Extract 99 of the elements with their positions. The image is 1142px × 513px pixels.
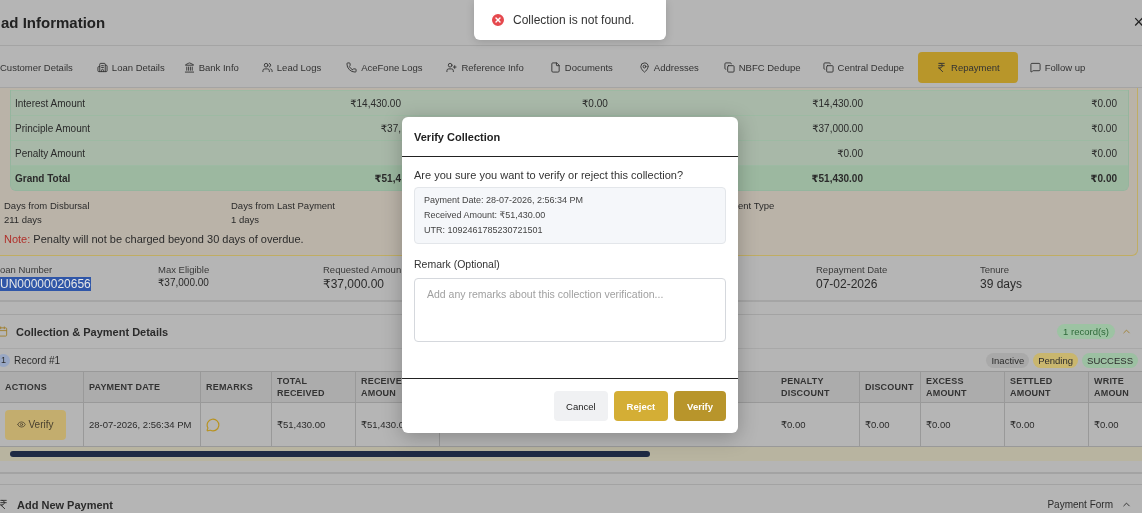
table-cell: ₹0.00	[1010, 419, 1035, 430]
detail-line: UTR: 1092461785230721501	[424, 224, 544, 237]
tab-icon	[183, 62, 195, 73]
amount-cell: ₹37,	[380, 122, 401, 134]
column-header: ACTIONS	[0, 372, 84, 402]
amount-cell: ₹0.00	[837, 147, 863, 159]
field-label: oan Number	[0, 264, 53, 275]
table-cell: ₹51,430.00	[277, 419, 326, 430]
status-chip: SUCCESS	[1082, 352, 1138, 368]
amount-cell: ₹0.00	[1091, 97, 1117, 109]
column-header: REMARKS	[201, 372, 272, 402]
row-label: Principle Amount	[14, 122, 92, 134]
field-value: UN00000020656	[0, 277, 91, 291]
tab[interactable]: AceFone Logs	[346, 62, 423, 73]
tab-icon	[936, 62, 948, 73]
stat-label: Days from Last Payment	[231, 199, 335, 213]
field-label: Max Eligible	[158, 264, 210, 275]
tab-icon	[1029, 62, 1041, 73]
table-cell: ₹0.00	[926, 419, 951, 430]
row-label: Grand Total	[14, 172, 72, 184]
column-header: SETTLED AMOUNT	[1005, 372, 1089, 402]
close-button[interactable]: ×	[1133, 12, 1142, 33]
field-value: ₹37,000.00	[158, 277, 209, 288]
row-label: Interest Amount	[14, 97, 87, 109]
tab[interactable]: Central Dedupe	[822, 62, 905, 73]
amount-cell: ₹0.00	[1090, 172, 1117, 184]
page-title: ad Information	[1, 14, 106, 31]
row-label: Penalty Amount	[14, 147, 87, 159]
amount-cell: ₹14,430.00	[812, 97, 863, 109]
tab[interactable]: Repayment	[918, 52, 1018, 83]
remark-label: Remark (Optional)	[414, 258, 501, 270]
remark-field[interactable]: Add any remarks about this collection verification...	[414, 278, 726, 342]
tab[interactable]: Reference Info	[446, 62, 524, 73]
amount-cell: ₹51,430.00	[811, 172, 863, 184]
dialog-title: Verify Collection	[402, 117, 738, 157]
detail-line: Received Amount: ₹51,430.00	[424, 209, 547, 222]
tab-icon	[96, 62, 108, 73]
amount-cell: ₹37,000.00	[812, 122, 863, 134]
tab-icon	[346, 62, 358, 73]
amount-cell: ₹51,4	[374, 172, 401, 184]
tab[interactable]: Documents	[549, 62, 613, 73]
tab[interactable]: Follow up	[1029, 62, 1086, 73]
error-icon	[490, 12, 506, 28]
tab[interactable]: Addresses	[638, 62, 699, 73]
stat-value: 211 days	[4, 213, 42, 227]
column-header: WRITE AMOUN	[1089, 372, 1142, 402]
table-cell: ₹51,430.0	[361, 419, 405, 430]
field-label: Requested Amoun	[323, 264, 402, 275]
table-cell: ₹0.00	[1094, 419, 1119, 430]
column-header: TOTAL RECEIVED	[272, 372, 356, 402]
field-value: 07-02-2026	[816, 277, 878, 291]
detail-line: Payment Date: 28-07-2026, 2:56:34 PM	[424, 194, 585, 207]
tab[interactable]: Bank Info	[183, 62, 239, 73]
tab-icon	[638, 62, 650, 73]
stat-label: Days from Disbursal	[4, 199, 90, 213]
verify-button[interactable]: Verify	[5, 409, 66, 440]
stat-label: ent Type	[738, 199, 775, 213]
record-count-badge: 1 record(s)	[1057, 324, 1115, 339]
record-title: Record #1	[14, 354, 62, 366]
amount-cell: ₹14,430.00	[350, 97, 401, 109]
field-value: ₹37,000.00	[323, 277, 385, 291]
column-header: DISCOUNT	[860, 372, 921, 402]
column-header: EXCESS AMOUNT	[921, 372, 1005, 402]
calendar-icon	[0, 326, 8, 337]
tab[interactable]: NBFC Dedupe	[723, 62, 801, 73]
horizontal-scrollbar[interactable]	[0, 447, 1142, 461]
stat-value: 1 days	[231, 213, 259, 227]
tab[interactable]: Customer Details	[0, 62, 73, 73]
note-text: Note: Penalty will not be charged beyond 30 days of overdue.	[4, 233, 305, 245]
amount-cell: ₹0.00	[1091, 122, 1117, 134]
rupee-icon	[0, 499, 9, 510]
comment-icon[interactable]	[206, 417, 220, 432]
column-header: PAYMENT DATE	[84, 372, 201, 402]
status-chip: Inactive	[986, 352, 1030, 368]
tab[interactable]: Lead Logs	[261, 62, 322, 73]
tab-icon	[261, 62, 273, 73]
status-chip: Pending	[1033, 352, 1079, 368]
toast-message: Collection is not found.	[513, 13, 635, 27]
table-cell: ₹0.00	[781, 419, 806, 430]
eye-icon	[17, 420, 27, 429]
field-value: 39 days	[980, 277, 1023, 291]
dialog-question: Are you sure you want to verify or reject this collection?	[414, 169, 684, 181]
tab[interactable]: Loan Details	[96, 62, 165, 73]
amount-cell: ₹0.00	[582, 97, 608, 109]
tab-icon	[549, 62, 561, 73]
payment-form-label: Payment Form	[1047, 499, 1113, 510]
table-cell: 28-07-2026, 2:56:34 PM	[89, 419, 192, 430]
column-header: PENALTY DISCOUNT	[776, 372, 860, 402]
cancel-button[interactable]: Cancel	[554, 391, 608, 421]
record-number-badge: 1	[0, 353, 10, 367]
section-title: Add New Payment	[17, 498, 114, 511]
tab-icon	[446, 62, 458, 73]
field-label: Repayment Date	[816, 264, 888, 275]
field-label: Tenure	[980, 264, 1010, 275]
amount-cell: ₹0.00	[1091, 147, 1117, 159]
table-cell: ₹0.00	[865, 419, 890, 430]
tab-icon	[822, 62, 834, 73]
tab-icon	[723, 62, 735, 73]
section-title: Collection & Payment Details	[16, 325, 170, 338]
